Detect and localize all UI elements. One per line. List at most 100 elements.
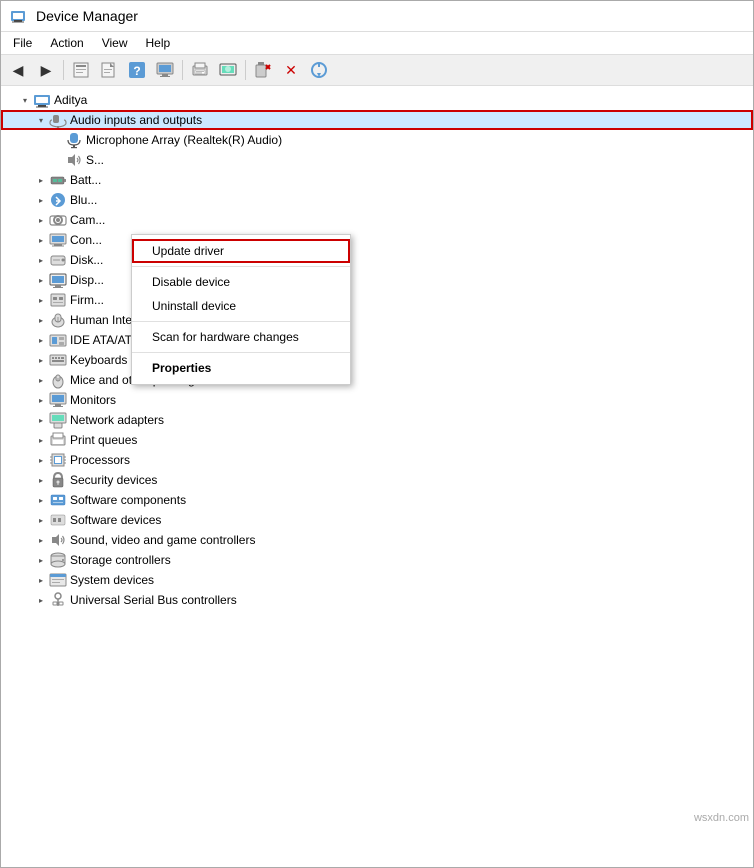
bluetooth-expand[interactable]: ▸ (33, 192, 49, 208)
bluetooth-item[interactable]: ▸ Blu... (1, 190, 753, 210)
mice-icon (49, 371, 67, 389)
storage-expand[interactable]: ▸ (33, 552, 49, 568)
ctx-uninstall-device[interactable]: Uninstall device (132, 294, 350, 318)
network-icon (49, 411, 67, 429)
sw-devices-icon (49, 511, 67, 529)
ctx-disable-device[interactable]: Disable device (132, 270, 350, 294)
computer-icon (49, 231, 67, 249)
cameras-item[interactable]: ▸ Cam... (1, 210, 753, 230)
firmware-expand[interactable]: ▸ (33, 292, 49, 308)
print-button[interactable] (187, 58, 213, 82)
network-label: Network adapters (70, 413, 164, 427)
cameras-label: Cam... (70, 213, 105, 227)
firmware-item[interactable]: ▸ Firm... (1, 290, 753, 310)
sw-components-expand[interactable]: ▸ (33, 492, 49, 508)
cameras-expand[interactable]: ▸ (33, 212, 49, 228)
hid-item[interactable]: ▸ Human Interface Devices (1, 310, 753, 330)
menu-bar: File Action View Help (1, 32, 753, 55)
title-text: Device Manager (36, 8, 138, 24)
remove-device-button[interactable] (250, 58, 276, 82)
ctx-update-driver[interactable]: Update driver (132, 239, 350, 263)
sound-label: Sound, video and game controllers (70, 533, 255, 547)
audio-expand-icon[interactable]: ▾ (33, 112, 49, 128)
audio-icon (49, 111, 67, 129)
ctx-sep-1 (132, 266, 350, 267)
bluetooth-icon (49, 191, 67, 209)
sw-components-label: Software components (70, 493, 186, 507)
sw-components-icon (49, 491, 67, 509)
display-adapters-item[interactable]: ▸ Disp... (1, 270, 753, 290)
microphone-item[interactable]: ▸ Microphone Array (Realtek(R) Audio) (1, 130, 753, 150)
system-expand[interactable]: ▸ (33, 572, 49, 588)
audio-label: Audio inputs and outputs (70, 113, 202, 127)
sound-expand[interactable]: ▸ (33, 532, 49, 548)
delete-button[interactable]: ✕ (278, 58, 304, 82)
mice-expand[interactable]: ▸ (33, 372, 49, 388)
keyboards-item[interactable]: ▸ Keyboards (1, 350, 753, 370)
sw-devices-expand[interactable]: ▸ (33, 512, 49, 528)
system-item[interactable]: ▸ System devices (1, 570, 753, 590)
hid-expand[interactable]: ▸ (33, 312, 49, 328)
security-icon (49, 471, 67, 489)
root-expand-icon[interactable]: ▾ (17, 92, 33, 108)
cameras-icon (49, 211, 67, 229)
mice-item[interactable]: ▸ Mice and other pointing devices (1, 370, 753, 390)
software-devices-item[interactable]: ▸ Software devices (1, 510, 753, 530)
batteries-expand[interactable]: ▸ (33, 172, 49, 188)
display-adapters-expand[interactable]: ▸ (33, 272, 49, 288)
usb-expand[interactable]: ▸ (33, 592, 49, 608)
display-button[interactable] (152, 58, 178, 82)
batteries-item[interactable]: ▸ Batt... (1, 170, 753, 190)
security-item[interactable]: ▸ Security devices (1, 470, 753, 490)
menu-file[interactable]: File (5, 34, 40, 52)
title-icon (9, 7, 27, 25)
speakers-item[interactable]: ▸ S... (1, 150, 753, 170)
menu-action[interactable]: Action (42, 34, 91, 52)
keyboards-expand[interactable]: ▸ (33, 352, 49, 368)
processors-item[interactable]: ▸ Processors (1, 450, 753, 470)
batteries-icon (49, 171, 67, 189)
ctx-scan-hardware[interactable]: Scan for hardware changes (132, 325, 350, 349)
ctx-properties[interactable]: Properties (132, 356, 350, 380)
software-components-item[interactable]: ▸ Software components (1, 490, 753, 510)
toolbar: ◀ ▶ ? (1, 55, 753, 86)
monitors-expand[interactable]: ▸ (33, 392, 49, 408)
root-label: Aditya (54, 93, 87, 107)
properties-button[interactable] (68, 58, 94, 82)
print-queues-icon (49, 431, 67, 449)
disk-drives-expand[interactable]: ▸ (33, 252, 49, 268)
processors-expand[interactable]: ▸ (33, 452, 49, 468)
monitor-button[interactable] (215, 58, 241, 82)
security-label: Security devices (70, 473, 157, 487)
firmware-icon (49, 291, 67, 309)
tree-root[interactable]: ▾ Aditya (1, 90, 753, 110)
storage-item[interactable]: ▸ Storage controllers (1, 550, 753, 570)
forward-button[interactable]: ▶ (33, 58, 59, 82)
computer-item[interactable]: ▸ Con... (1, 230, 753, 250)
ide-item[interactable]: ▸ IDE ATA/ATAPI controllers (1, 330, 753, 350)
menu-view[interactable]: View (94, 34, 136, 52)
title-bar: Device Manager (1, 1, 753, 32)
keyboards-label: Keyboards (70, 353, 127, 367)
sound-item[interactable]: ▸ Sound, video and game controllers (1, 530, 753, 550)
monitors-item[interactable]: ▸ Monitors (1, 390, 753, 410)
print-queues-expand[interactable]: ▸ (33, 432, 49, 448)
network-expand[interactable]: ▸ (33, 412, 49, 428)
update-driver-button[interactable] (96, 58, 122, 82)
usb-item[interactable]: ▸ Universal Serial Bus controllers (1, 590, 753, 610)
storage-label: Storage controllers (70, 553, 171, 567)
scan-hardware-button[interactable] (306, 58, 332, 82)
ide-expand[interactable]: ▸ (33, 332, 49, 348)
computer-expand[interactable]: ▸ (33, 232, 49, 248)
audio-inputs-item[interactable]: ▾ Audio inputs and outputs (1, 110, 753, 130)
firmware-label: Firm... (70, 293, 104, 307)
network-item[interactable]: ▸ Network adapters (1, 410, 753, 430)
print-queues-item[interactable]: ▸ Print queues (1, 430, 753, 450)
help-button[interactable]: ? (124, 58, 150, 82)
menu-help[interactable]: Help (138, 34, 179, 52)
security-expand[interactable]: ▸ (33, 472, 49, 488)
back-button[interactable]: ◀ (5, 58, 31, 82)
storage-icon (49, 551, 67, 569)
disk-drives-item[interactable]: ▸ Disk... (1, 250, 753, 270)
print-queues-label: Print queues (70, 433, 137, 447)
